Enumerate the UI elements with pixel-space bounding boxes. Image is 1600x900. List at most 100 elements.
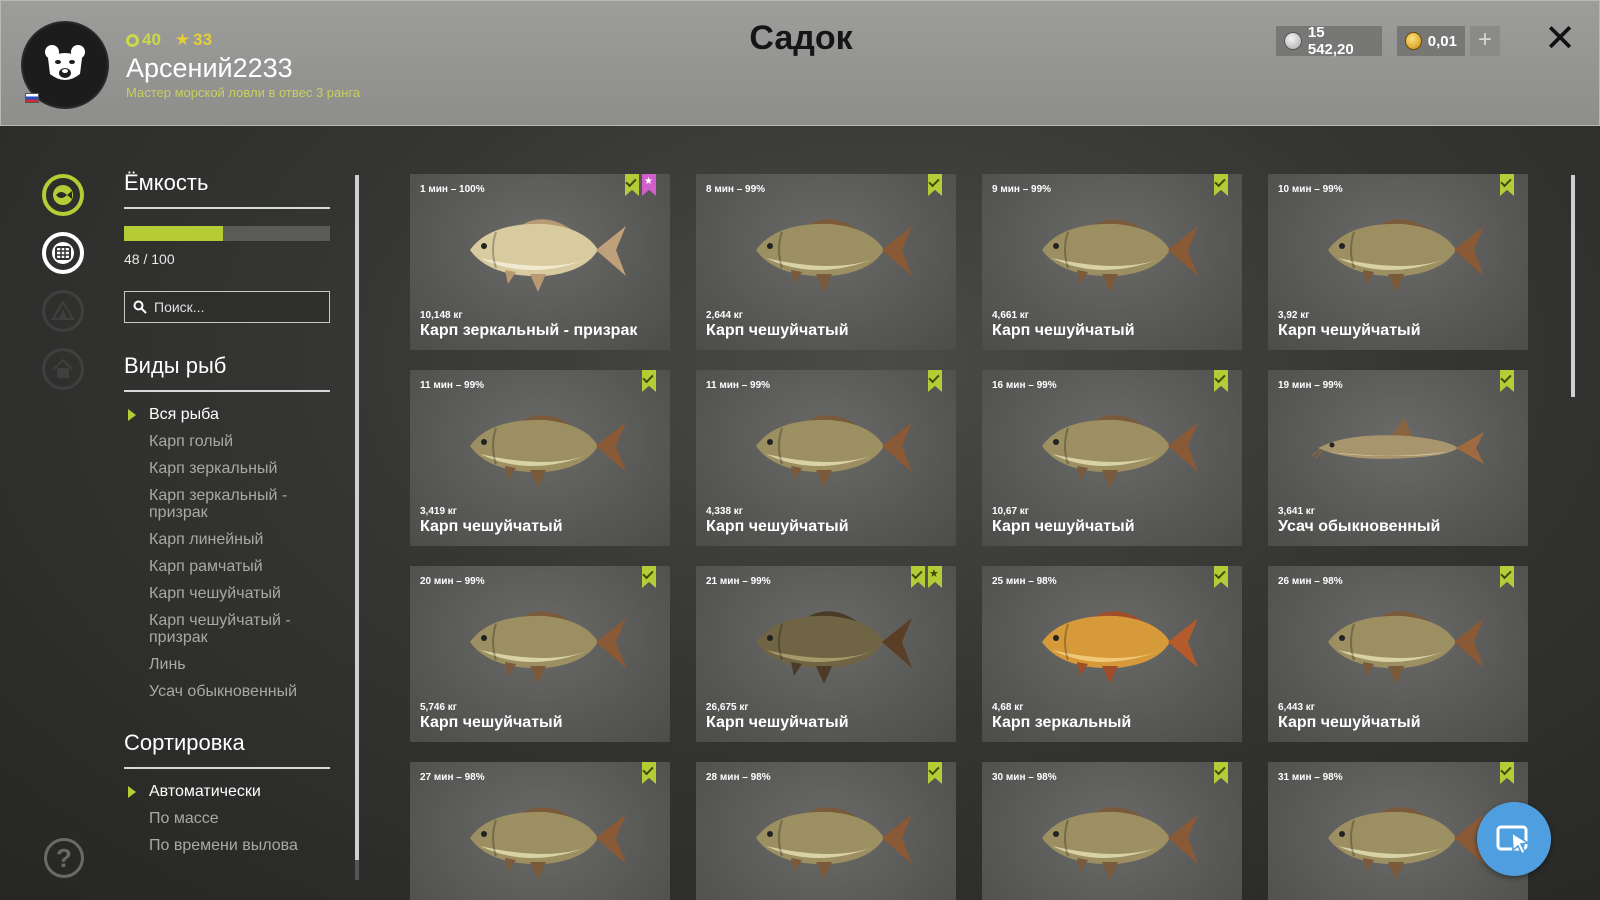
bookmark-star-icon[interactable] <box>928 566 942 588</box>
species-filter-item[interactable]: Карп чешуйчатый - призрак <box>124 612 330 646</box>
keepnet-icon <box>52 242 74 264</box>
home-tab-button[interactable] <box>42 348 84 390</box>
bookmark-check-icon[interactable] <box>642 566 656 588</box>
tent-icon <box>51 300 75 320</box>
fish-name: Карп зеркальный <box>992 714 1132 731</box>
bookmark-check-icon[interactable] <box>1214 174 1228 196</box>
fish-name: Карп чешуйчатый <box>1278 714 1421 731</box>
filter-scrollbar-track[interactable] <box>355 860 359 880</box>
fish-card[interactable]: 9 мин – 99% 4,661 кг Карп чешуйчатый <box>982 174 1242 350</box>
help-button[interactable]: ? <box>44 838 84 878</box>
fish-card[interactable]: 25 мин – 98% 4,68 кг Карп зеркальный <box>982 566 1242 742</box>
silver-balance[interactable]: 15 542,20 <box>1276 24 1382 58</box>
fish-card[interactable]: 30 мин – 98% <box>982 762 1242 900</box>
gold-balance[interactable]: 0,01 <box>1397 26 1465 56</box>
cursor-mode-button[interactable] <box>1477 802 1551 876</box>
bookmark-check-icon[interactable] <box>928 762 942 784</box>
species-filter-item[interactable]: Карп голый <box>124 433 330 450</box>
bookmark-check-icon[interactable] <box>911 566 925 588</box>
species-filter-item[interactable]: Вся рыба <box>124 406 330 423</box>
grid-scrollbar[interactable] <box>1571 175 1575 397</box>
bookmark-check-icon[interactable] <box>928 174 942 196</box>
fish-weight: 26,675 кг <box>706 702 749 713</box>
fish-card[interactable]: 20 мин – 99% 5,746 кг Карп чешуйчатый <box>410 566 670 742</box>
species-filter-item[interactable]: Карп линейный <box>124 531 330 548</box>
search-input[interactable] <box>154 299 314 315</box>
species-filter-item[interactable]: Карп рамчатый <box>124 558 330 575</box>
fish-icon <box>756 415 912 488</box>
sort-option-item[interactable]: По времени вылова <box>124 837 330 854</box>
camp-tab-button[interactable] <box>42 290 84 332</box>
fish-name: Карп чешуйчатый <box>706 518 849 535</box>
species-filter-item[interactable]: Линь <box>124 656 330 673</box>
catch-time: 27 мин – 98% <box>420 772 485 783</box>
add-currency-button[interactable]: + <box>1470 26 1500 56</box>
fish-card[interactable]: 10 мин – 99% 3,92 кг Карп чешуйчатый <box>1268 174 1528 350</box>
fish-icon <box>1311 418 1484 464</box>
fish-icon <box>470 611 626 684</box>
catch-time: 19 мин – 99% <box>1278 380 1343 391</box>
fish-card[interactable]: 28 мин – 98% <box>696 762 956 900</box>
fish-name: Усач обыкновенный <box>1278 518 1441 535</box>
fish-name: Карп чешуйчатый <box>706 714 849 731</box>
fish-card[interactable]: 11 мин – 99% 4,338 кг Карп чешуйчатый <box>696 370 956 546</box>
fish-card[interactable]: 1 мин – 100% 10,148 кгКарп зеркальный - … <box>410 174 670 350</box>
fish-name: Карп чешуйчатый <box>420 518 563 535</box>
species-filter-item[interactable]: Карп зеркальный - призрак <box>124 487 330 521</box>
fish-card[interactable]: 21 мин – 99% 26,675 кгКарп чешуйчатый <box>696 566 956 742</box>
catch-time: 9 мин – 99% <box>992 184 1052 195</box>
species-filter-item[interactable]: Усач обыкновенный <box>124 683 330 700</box>
sort-option-item[interactable]: Автоматически <box>124 783 330 800</box>
fish-name: Карп чешуйчатый <box>992 322 1135 339</box>
bookmark-check-icon[interactable] <box>928 370 942 392</box>
card-marks <box>1214 174 1228 196</box>
bookmark-check-icon[interactable] <box>1214 566 1228 588</box>
fish-weight: 10,67 кг <box>992 506 1029 517</box>
sort-list: Автоматически По массе По времени вылова <box>124 783 330 854</box>
card-marks <box>928 174 942 196</box>
species-filter-item[interactable]: Карп чешуйчатый <box>124 585 330 602</box>
fish-icon <box>470 807 626 880</box>
bookmark-check-icon[interactable] <box>1500 370 1514 392</box>
cursor-window-icon <box>1496 825 1531 856</box>
bookmark-check-icon[interactable] <box>1214 370 1228 392</box>
filter-scrollbar[interactable] <box>355 175 359 860</box>
top-header: 40 ★ 33 Арсений2233 Мастер морской ловли… <box>0 0 1600 126</box>
bookmark-check-icon[interactable] <box>1500 566 1514 588</box>
sort-option-item[interactable]: По массе <box>124 810 330 827</box>
search-box[interactable] <box>124 291 330 323</box>
card-marks <box>1214 370 1228 392</box>
card-marks <box>625 174 656 196</box>
bookmark-check-icon[interactable] <box>625 174 639 196</box>
divider <box>124 767 330 769</box>
bookmark-check-icon[interactable] <box>642 762 656 784</box>
fish-card[interactable]: 27 мин – 98% <box>410 762 670 900</box>
fish-card[interactable]: 19 мин – 99% 3,641 кг Усач обыкновенный <box>1268 370 1528 546</box>
capacity-value: 48 / 100 <box>124 251 175 267</box>
fish-card[interactable]: 16 мин – 99% 10,67 кг Карп чешуйчатый <box>982 370 1242 546</box>
capacity-bar <box>124 226 330 241</box>
fish-weight: 3,419 кг <box>420 506 457 517</box>
catch-tab-button[interactable] <box>42 174 84 216</box>
keepnet-tab-button[interactable] <box>42 232 84 274</box>
species-filter-item[interactable]: Карп зеркальный <box>124 460 330 477</box>
card-marks <box>1214 762 1228 784</box>
fish-card[interactable]: 11 мин – 99% 3,419 кг Карп чешуйчатый <box>410 370 670 546</box>
favorite-star-icon[interactable] <box>642 174 656 196</box>
card-marks <box>928 762 942 784</box>
player-rank-title: Мастер морской ловли в отвес 3 ранга <box>126 85 361 100</box>
card-marks <box>911 566 942 588</box>
bookmark-check-icon[interactable] <box>1214 762 1228 784</box>
bookmark-check-icon[interactable] <box>642 370 656 392</box>
fish-card[interactable]: 8 мин – 99% 2,644 кг Карп чешуйчатый <box>696 174 956 350</box>
sort-title: Сортировка <box>124 730 245 755</box>
bookmark-check-icon[interactable] <box>1500 762 1514 784</box>
fish-icon <box>1328 219 1484 292</box>
fish-icon <box>53 185 73 205</box>
fish-icon <box>1042 219 1198 292</box>
species-title: Виды рыб <box>124 353 227 378</box>
close-button[interactable]: ✕ <box>1542 20 1578 58</box>
gold-value: 0,01 <box>1427 32 1457 50</box>
bookmark-check-icon[interactable] <box>1500 174 1514 196</box>
fish-card[interactable]: 26 мин – 98% 6,443 кг Карп чешуйчатый <box>1268 566 1528 742</box>
